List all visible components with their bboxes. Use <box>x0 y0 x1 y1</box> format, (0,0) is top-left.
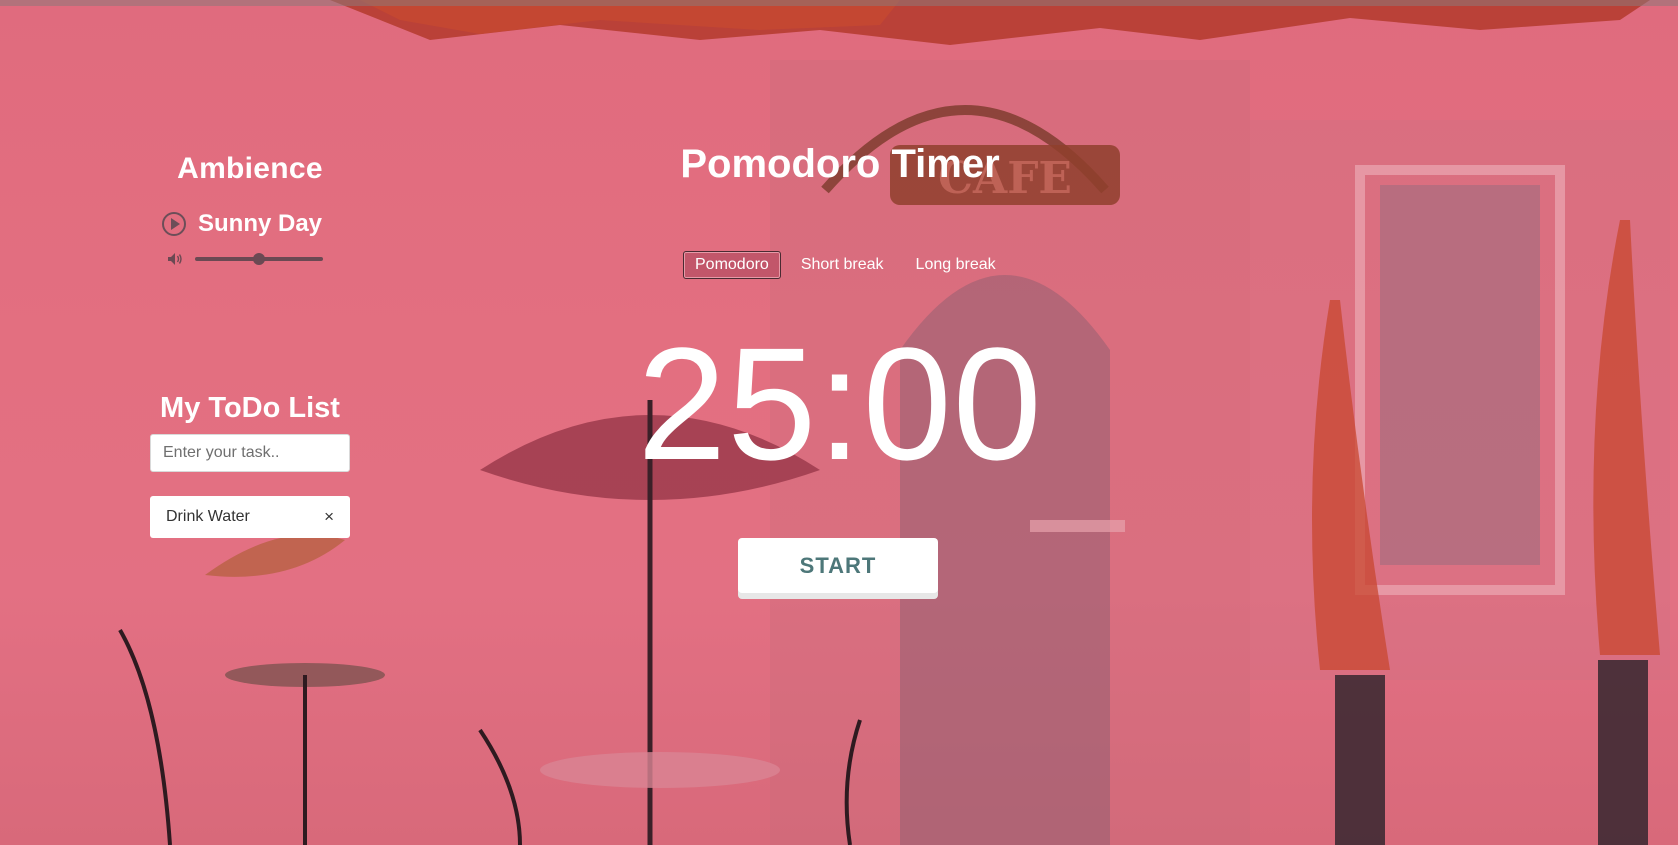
top-edge <box>0 0 1678 6</box>
task-label: Drink Water <box>166 508 250 525</box>
track-row: Sunny Day <box>162 210 322 238</box>
tab-long-break[interactable]: Long break <box>904 251 1008 279</box>
todo-title: My ToDo List <box>160 392 340 424</box>
todo-panel: My ToDo List Drink Water × <box>150 392 350 538</box>
mode-tabs: Pomodoro Short break Long break <box>683 251 1008 279</box>
speaker-icon <box>168 253 182 265</box>
volume-slider-thumb[interactable] <box>253 253 265 265</box>
page-title: Pomodoro Timer <box>680 142 1000 186</box>
close-icon[interactable]: × <box>324 507 334 527</box>
start-button[interactable]: START <box>738 538 938 593</box>
ambience-title: Ambience <box>177 152 323 185</box>
track-name: Sunny Day <box>198 210 323 237</box>
list-item: Drink Water × <box>150 496 350 538</box>
volume-slider[interactable] <box>195 253 323 265</box>
tab-short-break[interactable]: Short break <box>789 251 896 279</box>
tab-pomodoro[interactable]: Pomodoro <box>683 251 781 279</box>
ambience-panel: Ambience Sunny Day <box>150 152 350 265</box>
task-input[interactable] <box>150 434 350 472</box>
play-icon[interactable] <box>162 212 186 236</box>
timer-display: 25:00 <box>637 314 1043 493</box>
volume-row <box>167 252 323 266</box>
